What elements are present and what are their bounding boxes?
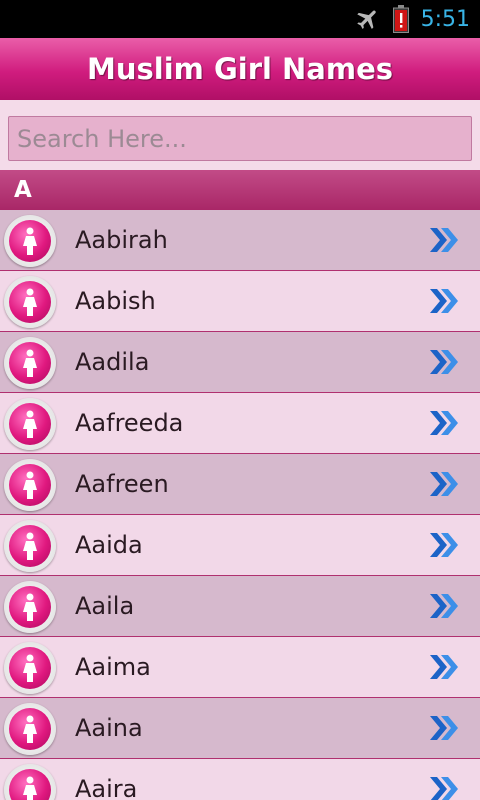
name-label: Aafreeda bbox=[75, 409, 184, 437]
search-area bbox=[0, 100, 480, 170]
status-bar: 5:51 bbox=[0, 0, 480, 38]
list-item[interactable]: Aabirah bbox=[0, 210, 480, 271]
name-label: Aabirah bbox=[75, 226, 168, 254]
list-item[interactable]: Aaila bbox=[0, 576, 480, 637]
section-header-a: A bbox=[0, 170, 480, 210]
female-icon bbox=[4, 459, 56, 511]
page-title: Muslim Girl Names bbox=[86, 52, 394, 86]
list-item[interactable]: Aaira bbox=[0, 759, 480, 800]
list-item[interactable]: Aaina bbox=[0, 698, 480, 759]
female-icon bbox=[4, 764, 56, 800]
name-label: Aafreen bbox=[75, 470, 169, 498]
double-chevron-right-icon[interactable] bbox=[428, 347, 458, 377]
double-chevron-right-icon[interactable] bbox=[428, 774, 458, 800]
double-chevron-right-icon[interactable] bbox=[428, 530, 458, 560]
battery-alert-icon bbox=[392, 5, 409, 33]
search-input[interactable] bbox=[8, 116, 472, 161]
list-item[interactable]: Aafreeda bbox=[0, 393, 480, 454]
name-label: Aaila bbox=[75, 592, 135, 620]
airplane-icon bbox=[356, 10, 376, 29]
female-icon bbox=[4, 276, 56, 328]
female-icon bbox=[4, 703, 56, 755]
name-label: Aaima bbox=[75, 653, 151, 681]
double-chevron-right-icon[interactable] bbox=[428, 713, 458, 743]
female-icon bbox=[4, 398, 56, 450]
female-icon bbox=[4, 215, 56, 267]
name-label: Aabish bbox=[75, 287, 156, 315]
list-item[interactable]: Aabish bbox=[0, 271, 480, 332]
female-icon bbox=[4, 520, 56, 572]
double-chevron-right-icon[interactable] bbox=[428, 591, 458, 621]
list-item[interactable]: Aaida bbox=[0, 515, 480, 576]
app-header: Muslim Girl Names bbox=[0, 38, 480, 100]
list-item[interactable]: Aafreen bbox=[0, 454, 480, 515]
female-icon bbox=[4, 337, 56, 389]
list-item[interactable]: Aaima bbox=[0, 637, 480, 698]
name-label: Aaira bbox=[75, 775, 138, 800]
double-chevron-right-icon[interactable] bbox=[428, 652, 458, 682]
double-chevron-right-icon[interactable] bbox=[428, 469, 458, 499]
double-chevron-right-icon[interactable] bbox=[428, 225, 458, 255]
name-list[interactable]: Aabirah Aabish Aadila Aafreeda Aafreen A… bbox=[0, 210, 480, 800]
double-chevron-right-icon[interactable] bbox=[428, 286, 458, 316]
list-item[interactable]: Aadila bbox=[0, 332, 480, 393]
female-icon bbox=[4, 642, 56, 694]
double-chevron-right-icon[interactable] bbox=[428, 408, 458, 438]
name-label: Aaina bbox=[75, 714, 143, 742]
name-label: Aadila bbox=[75, 348, 150, 376]
female-icon bbox=[4, 581, 56, 633]
name-label: Aaida bbox=[75, 531, 143, 559]
status-time: 5:51 bbox=[420, 6, 470, 32]
section-letter: A bbox=[14, 177, 32, 203]
